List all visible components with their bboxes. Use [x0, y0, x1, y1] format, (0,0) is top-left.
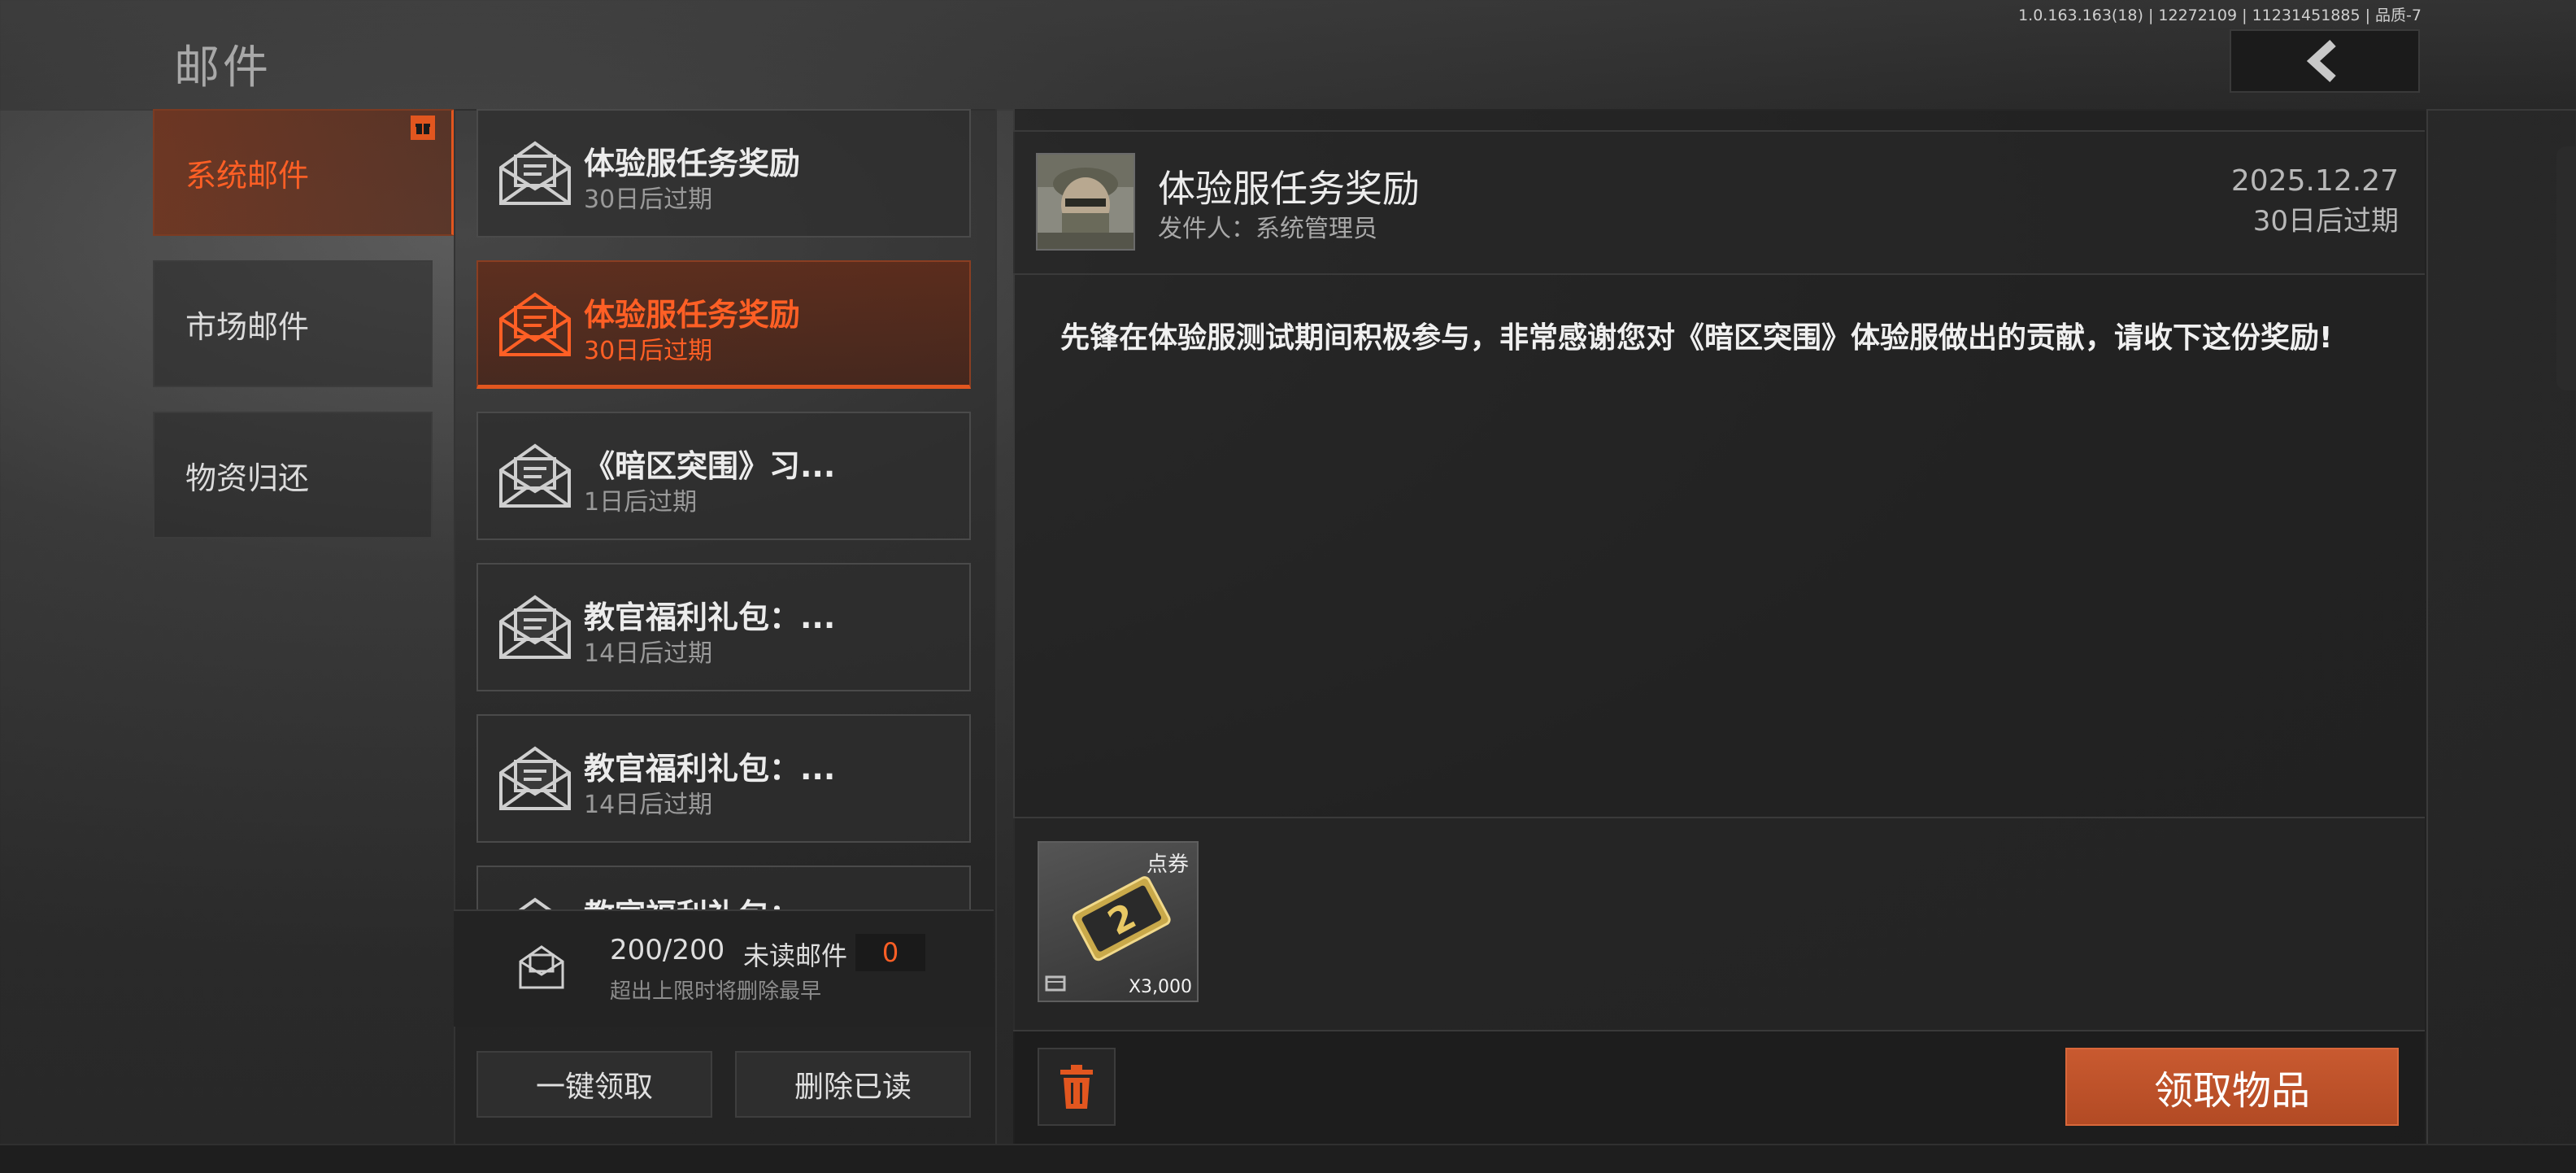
item-quantity: X3,000 [1128, 977, 1192, 997]
sender-avatar [1036, 153, 1135, 251]
envelope-icon [518, 897, 552, 909]
mail-expiry: 14日后过期 [584, 791, 713, 819]
voucher-icon: 2 [1072, 876, 1171, 962]
mail-title: 教官福利礼包：... [584, 600, 836, 635]
mail-list-item-partial[interactable]: 教官福利礼包： [476, 866, 971, 909]
limit-note: 超出上限时将删除最早 [610, 979, 822, 1004]
detail-expiry: 30日后过期 [2252, 205, 2399, 238]
detail-date: 2025.12.27 [2230, 164, 2399, 198]
mail-list-item[interactable]: 教官福利礼包：... 14日后过期 [476, 563, 971, 691]
mail-title: 体验服任务奖励 [584, 146, 801, 181]
envelope-icon [499, 292, 571, 356]
trash-icon [1060, 1065, 1093, 1109]
delete-mail-button[interactable] [1038, 1048, 1116, 1126]
side-scroll-handle[interactable] [2556, 146, 2576, 390]
item-tag-icon [1045, 975, 1066, 992]
bottom-strip [0, 1144, 2576, 1173]
mail-expiry: 30日后过期 [584, 337, 713, 365]
mail-title: 体验服任务奖励 [584, 297, 801, 333]
mail-expiry: 30日后过期 [584, 185, 713, 214]
mail-title: 教官福利礼包：... [584, 751, 836, 787]
claim-items-button[interactable]: 领取物品 [2065, 1048, 2399, 1126]
envelope-icon [499, 595, 571, 659]
mail-title: 《暗区突围》习... [584, 448, 836, 484]
attachment-area [1013, 817, 2425, 1031]
unread-label: 未读邮件 [743, 940, 848, 971]
detail-sender: 发件人：系统管理员 [1158, 215, 1377, 243]
envelope-icon [499, 141, 571, 205]
detail-title: 体验服任务奖励 [1158, 167, 1420, 211]
version-info: 1.0.163.163(18) | 12272109 | 11231451885… [2018, 7, 2422, 24]
envelope-icon [499, 746, 571, 810]
gift-icon [411, 116, 435, 140]
mailbox-icon [519, 945, 564, 989]
mail-expiry: 1日后过期 [584, 488, 698, 517]
page-title: 邮件 [174, 41, 272, 94]
detail-body: 先锋在体验服测试期间积极参与，非常感谢您对《暗区突围》体验服做出的贡献，请收下这… [1060, 321, 2333, 355]
claim-all-button[interactable]: 一键领取 [476, 1051, 712, 1118]
category-supply-return[interactable]: 物资归还 [153, 412, 433, 539]
mail-expiry: 14日后过期 [584, 639, 713, 668]
attachment-item[interactable]: 点券 2 X3,000 [1038, 841, 1199, 1002]
category-label: 市场邮件 [185, 308, 310, 345]
category-label: 物资归还 [185, 460, 310, 496]
mail-list-item[interactable]: 体验服任务奖励 30日后过期 [476, 109, 971, 238]
back-arrow-icon [2306, 39, 2336, 83]
mail-list-item[interactable]: 教官福利礼包：... 14日后过期 [476, 714, 971, 843]
category-label: 系统邮件 [185, 157, 310, 194]
mail-list-item[interactable]: 《暗区突围》习... 1日后过期 [476, 412, 971, 540]
delete-read-button[interactable]: 删除已读 [735, 1051, 971, 1118]
mail-title: 教官福利礼包： [584, 890, 800, 909]
unread-count: 0 [855, 934, 925, 971]
back-button[interactable] [2230, 29, 2420, 93]
mail-count: 200/200 [610, 934, 725, 966]
category-system-mail[interactable]: 系统邮件 [153, 109, 455, 236]
item-type: 点券 [1146, 852, 1189, 877]
envelope-icon [499, 443, 571, 508]
mail-list-item-selected[interactable]: 体验服任务奖励 30日后过期 [476, 260, 971, 389]
category-market-mail[interactable]: 市场邮件 [153, 260, 433, 387]
